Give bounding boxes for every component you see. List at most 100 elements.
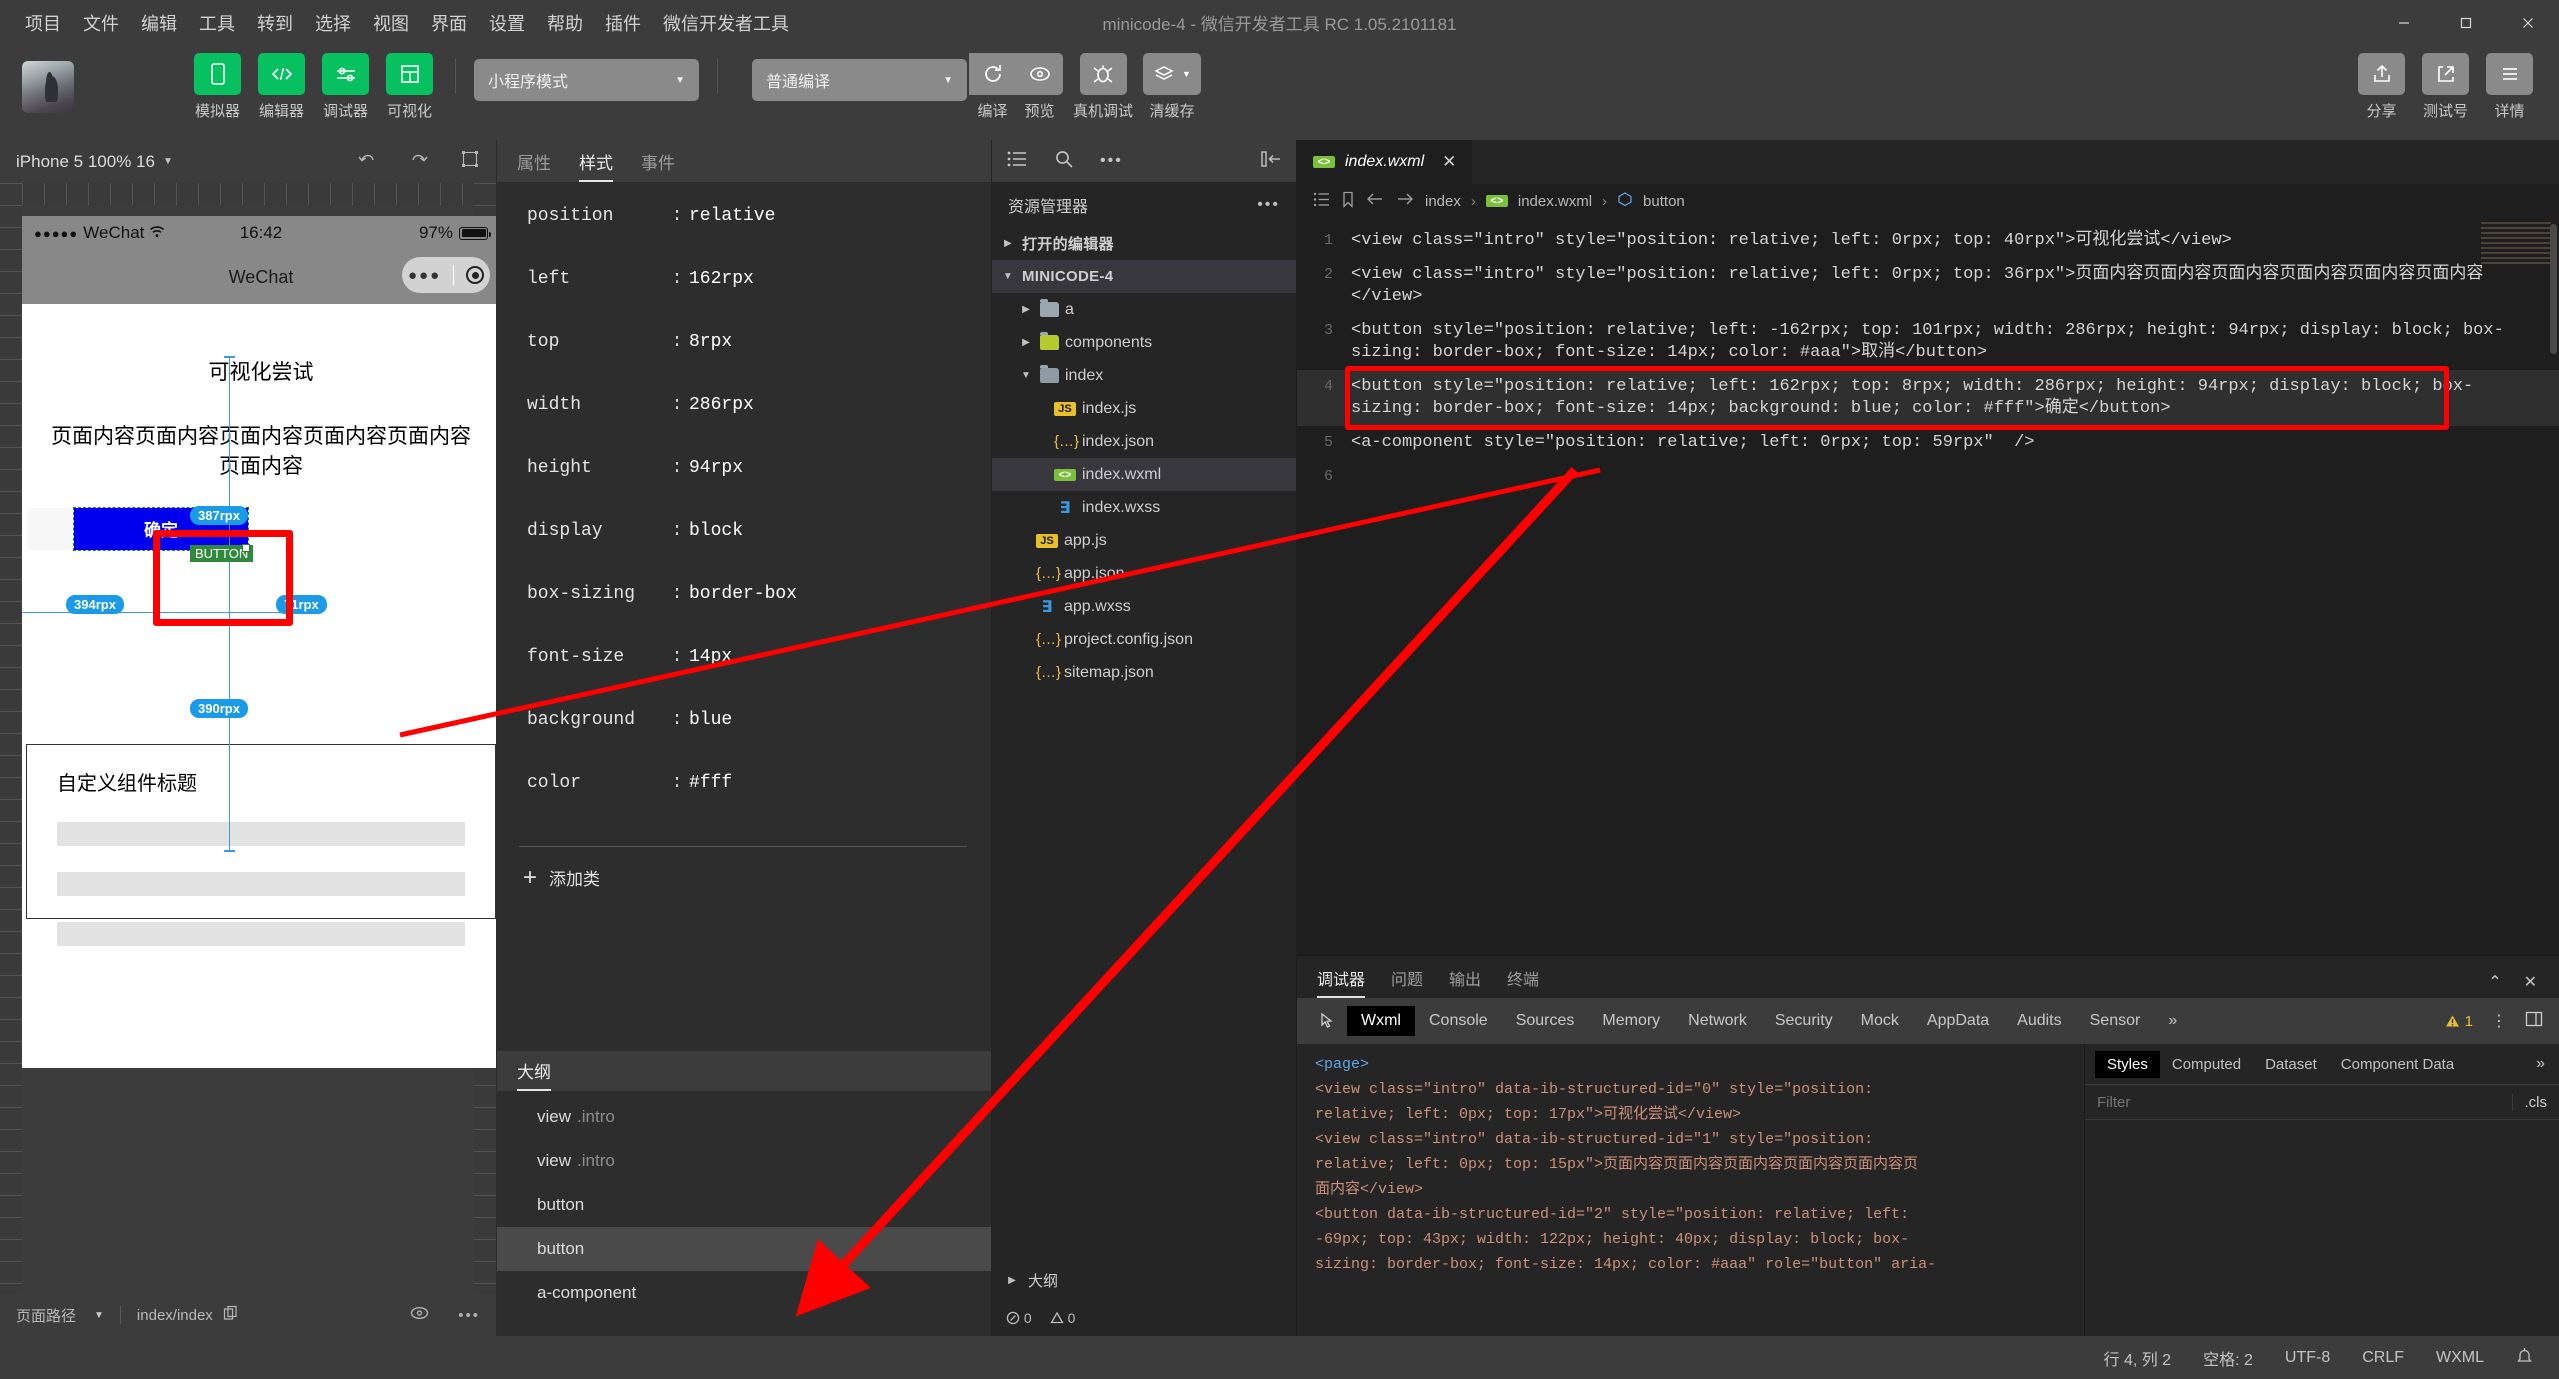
close-icon[interactable]: ✕ <box>1442 152 1456 172</box>
subtab-console[interactable]: Console <box>1415 1006 1502 1036</box>
editor-scrollbar[interactable] <box>2550 224 2557 354</box>
simulator-canvas[interactable]: ●●●●● WeChat 16:42 97% WeChat ●●● 可视化尝试 … <box>0 183 496 1294</box>
toolbar-simulator-button[interactable]: 模拟器 <box>190 53 245 121</box>
menu-item-view[interactable]: 视图 <box>362 6 420 40</box>
code-editor[interactable]: 1 <view class="intro" style="position: r… <box>1297 218 2559 955</box>
subtab-security[interactable]: Security <box>1761 1006 1847 1036</box>
warning-indicator[interactable]: 1 <box>2445 1013 2473 1030</box>
more-options-icon[interactable]: ••• <box>1100 152 1123 170</box>
compile-select[interactable]: 普通编译 ▼ <box>752 59 967 101</box>
outline-item-button-2[interactable]: button <box>497 1227 991 1271</box>
outline-item-button-1[interactable]: button <box>497 1183 991 1227</box>
search-icon[interactable] <box>1054 149 1074 174</box>
tab-events[interactable]: 事件 <box>641 149 675 182</box>
subtab-sources[interactable]: Sources <box>1502 1006 1589 1036</box>
language-mode[interactable]: WXML <box>2436 1349 2484 1367</box>
undo-icon[interactable] <box>356 150 378 173</box>
outline-item-a-component[interactable]: a-component <box>497 1271 991 1315</box>
breadcrumb-file[interactable]: index.wxml <box>1518 193 1592 210</box>
toolbar-debugger-button[interactable]: 调试器 <box>318 53 373 121</box>
tree-file-app-json[interactable]: {…} app.json <box>992 557 1296 590</box>
styles-tab-component-data[interactable]: Component Data <box>2329 1051 2466 1078</box>
menu-item-devtools[interactable]: 微信开发者工具 <box>652 6 800 40</box>
style-row[interactable]: box-sizing : border-box <box>497 584 991 647</box>
eye-icon[interactable] <box>409 1305 430 1325</box>
tree-file-index-wxss[interactable]: ∃ index.wxss <box>992 491 1296 524</box>
code-line[interactable]: 2 <view class="intro" style="position: r… <box>1297 258 2559 314</box>
tree-file-sitemap[interactable]: {…} sitemap.json <box>992 656 1296 689</box>
code-line[interactable]: 5 <a-component style="position: relative… <box>1297 426 2559 460</box>
code-minimap[interactable] <box>2481 222 2551 266</box>
close-icon[interactable]: ✕ <box>2524 972 2537 992</box>
menu-item-project[interactable]: 项目 <box>14 6 72 40</box>
subtab-more[interactable]: » <box>2154 1006 2191 1036</box>
style-row[interactable]: width : 286rpx <box>497 395 991 458</box>
collapse-panel-icon[interactable] <box>1260 150 1282 173</box>
copy-icon[interactable] <box>223 1305 239 1325</box>
toggle-outline-icon[interactable] <box>1313 192 1331 211</box>
code-line[interactable]: 6 <box>1297 460 2559 494</box>
tree-file-app-js[interactable]: JS app.js <box>992 524 1296 557</box>
subtab-mock[interactable]: Mock <box>1847 1006 1913 1036</box>
tree-file-index-wxml[interactable]: <> index.wxml <box>992 458 1296 491</box>
encoding[interactable]: UTF-8 <box>2285 1349 2330 1367</box>
subtab-memory[interactable]: Memory <box>1588 1006 1674 1036</box>
resize-handle[interactable] <box>242 543 250 552</box>
toolbar-clearcache-button[interactable]: ▼ 清缓存 <box>1143 53 1202 121</box>
bell-icon[interactable] <box>2516 1346 2533 1370</box>
element-picker-icon[interactable] <box>1309 1011 1347 1031</box>
subtab-audits[interactable]: Audits <box>2003 1006 2075 1036</box>
tree-project-root[interactable]: ▼ MINICODE-4 <box>992 260 1296 293</box>
chevron-up-icon[interactable]: ⌃ <box>2488 972 2501 992</box>
menu-item-interface[interactable]: 界面 <box>420 6 478 40</box>
dock-side-icon[interactable] <box>2525 1011 2543 1032</box>
subtab-appdata[interactable]: AppData <box>1913 1006 2003 1036</box>
editor-tab-index-wxml[interactable]: <> index.wxml ✕ <box>1297 140 1473 184</box>
menu-item-select[interactable]: 选择 <box>304 6 362 40</box>
avatar[interactable] <box>22 61 74 113</box>
tab-outline[interactable]: 大纲 <box>517 1058 551 1091</box>
page-path-label[interactable]: 页面路径 <box>16 1305 76 1326</box>
subtab-network[interactable]: Network <box>1674 1006 1761 1036</box>
subtab-sensor[interactable]: Sensor <box>2076 1006 2155 1036</box>
tree-folder-index[interactable]: ▼ index <box>992 359 1296 392</box>
toolbar-preview-button[interactable]: 预览 <box>1016 53 1063 121</box>
menu-item-edit[interactable]: 编辑 <box>130 6 188 40</box>
files-icon[interactable] <box>1006 150 1028 173</box>
tab-problems[interactable]: 问题 <box>1391 966 1423 998</box>
menu-item-plugins[interactable]: 插件 <box>594 6 652 40</box>
line-ending[interactable]: CRLF <box>2362 1349 2404 1367</box>
nav-back-icon[interactable] <box>1365 192 1385 210</box>
error-count[interactable]: 0 <box>1006 1310 1032 1326</box>
toolbar-compile-button[interactable]: 编译 <box>969 53 1016 121</box>
toolbar-share-button[interactable]: 分享 <box>2354 53 2409 121</box>
close-button[interactable] <box>2497 0 2559 45</box>
style-row[interactable]: display : block <box>497 521 991 584</box>
tree-folder-components[interactable]: ▶ components <box>992 326 1296 359</box>
tree-file-index-json[interactable]: {…} index.json <box>992 425 1296 458</box>
capsule-menu[interactable]: ●●● <box>402 257 490 293</box>
tab-output[interactable]: 输出 <box>1449 966 1481 998</box>
subtab-wxml[interactable]: Wxml <box>1347 1006 1415 1036</box>
style-row[interactable]: height : 94rpx <box>497 458 991 521</box>
menu-item-help[interactable]: 帮助 <box>536 6 594 40</box>
minimize-button[interactable] <box>2373 0 2435 45</box>
styles-tab-computed[interactable]: Computed <box>2160 1051 2253 1078</box>
tab-styles[interactable]: 样式 <box>579 149 613 182</box>
tab-debugger[interactable]: 调试器 <box>1317 966 1366 998</box>
tree-file-index-js[interactable]: JS index.js <box>992 392 1296 425</box>
breadcrumb-symbol[interactable]: button <box>1643 193 1685 210</box>
cls-button[interactable]: .cls <box>2511 1093 2547 1111</box>
menu-item-goto[interactable]: 转到 <box>246 6 304 40</box>
style-row[interactable]: font-size : 14px <box>497 647 991 710</box>
style-row[interactable]: top : 8rpx <box>497 332 991 395</box>
device-select-value[interactable]: iPhone 5 100% 16 <box>16 152 155 172</box>
style-row[interactable]: color : #fff <box>497 773 991 836</box>
styles-filter-input[interactable] <box>2097 1093 2512 1111</box>
redo-icon[interactable] <box>408 150 430 173</box>
tree-open-editors[interactable]: ▶ 打开的编辑器 <box>992 227 1296 260</box>
devtools-menu-icon[interactable]: ⋮ <box>2491 1011 2507 1031</box>
code-line-selected[interactable]: 4 <button style="position: relative; lef… <box>1297 366 2559 430</box>
tree-file-app-wxss[interactable]: ∃ app.wxss <box>992 590 1296 623</box>
tab-attributes[interactable]: 属性 <box>517 149 551 182</box>
